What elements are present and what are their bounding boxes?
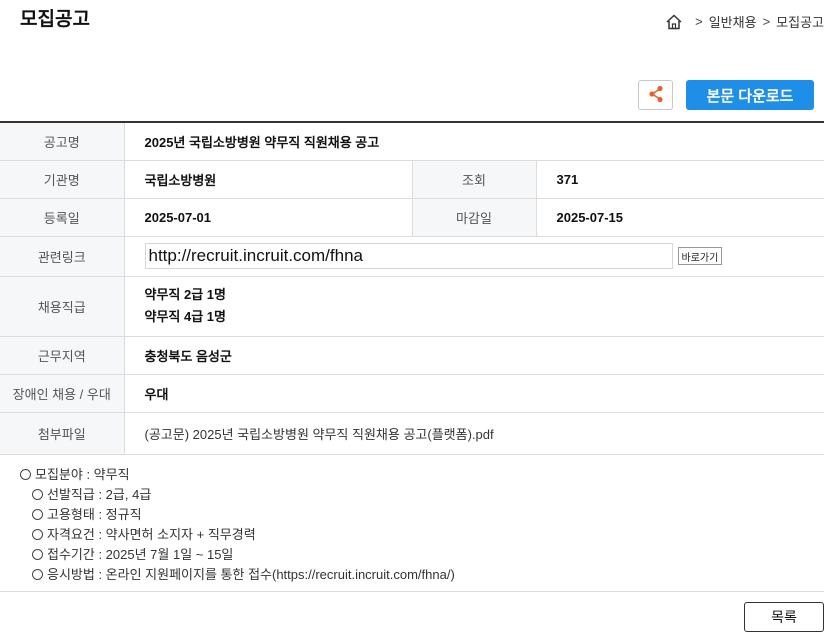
circle-bullet-icon <box>32 529 43 540</box>
deadline-value: 2025-07-15 <box>536 198 824 237</box>
disabled-hire-value: 우대 <box>124 374 824 413</box>
list-button[interactable]: 목록 <box>744 602 824 632</box>
info-table: 공고명 2025년 국립소방병원 약무직 직원채용 공고 기관명 국립소방병원 … <box>0 121 824 455</box>
disabled-hire-label: 장애인 채용 / 우대 <box>0 374 125 413</box>
org-value: 국립소방병원 <box>124 160 412 199</box>
circle-bullet-icon <box>32 489 43 500</box>
circle-bullet-icon <box>32 509 43 520</box>
page-title: 모집공고 <box>20 9 90 30</box>
circle-bullet-icon <box>20 469 31 480</box>
details-item: 고용형태 : 정규직 <box>20 505 455 525</box>
table-row: 근무지역 충청북도 음성군 <box>0 336 824 375</box>
views-label: 조회 <box>411 160 537 199</box>
table-row: 첨부파일 (공고문) 2025년 국립소방병원 약무직 직원채용 공고(플랫폼)… <box>0 412 824 455</box>
grade-label: 채용직급 <box>0 276 125 337</box>
table-row: 공고명 2025년 국립소방병원 약무직 직원채용 공고 <box>0 122 824 161</box>
deadline-label: 마감일 <box>411 198 537 237</box>
breadcrumb-item-general-recruit[interactable]: 일반채용 <box>709 12 757 31</box>
grade-value: 약무직 4급 1명 <box>144 309 226 324</box>
divider <box>0 591 824 592</box>
link-label: 관련링크 <box>0 236 125 277</box>
details-field: 모집분야 : 약무직 <box>20 465 455 485</box>
breadcrumb-separator: > <box>762 14 771 29</box>
attachment-file-link[interactable]: (공고문) 2025년 국립소방병원 약무직 직원채용 공고(플랫폼).pdf <box>145 427 494 442</box>
share-button[interactable] <box>638 80 673 110</box>
grade-value: 약무직 2급 1명 <box>144 287 226 302</box>
table-row: 등록일 2025-07-01 마감일 2025-07-15 <box>0 198 824 237</box>
share-icon <box>648 85 664 106</box>
region-value: 충청북도 음성군 <box>124 336 824 375</box>
circle-bullet-icon <box>32 549 43 560</box>
table-row: 장애인 채용 / 우대 우대 <box>0 374 824 413</box>
reg-date-value: 2025-07-01 <box>124 198 412 237</box>
details-item: 선발직급 : 2급, 4급 <box>20 485 455 505</box>
breadcrumb: > 일반채용 > 모집공고 <box>665 12 824 31</box>
circle-bullet-icon <box>32 569 43 580</box>
go-link-button[interactable]: 바로가기 <box>677 247 723 265</box>
table-row: 관련링크 http://recruit.incruit.com/fhna 바로가… <box>0 236 824 277</box>
breadcrumb-item-notice[interactable]: 모집공고 <box>776 12 824 31</box>
related-link[interactable]: http://recruit.incruit.com/fhna <box>144 243 673 269</box>
recruit-details: 모집분야 : 약무직 선발직급 : 2급, 4급 고용형태 : 정규직 자격요건… <box>20 465 455 585</box>
title-label: 공고명 <box>0 122 125 161</box>
org-label: 기관명 <box>0 160 125 199</box>
download-button[interactable]: 본문 다운로드 <box>686 80 814 110</box>
reg-date-label: 등록일 <box>0 198 125 237</box>
details-item: 응시방법 : 온라인 지원페이지를 통한 접수(https://recruit.… <box>20 565 455 585</box>
breadcrumb-separator: > <box>695 14 703 29</box>
table-row: 기관명 국립소방병원 조회 371 <box>0 160 824 199</box>
details-item: 접수기간 : 2025년 7월 1일 ~ 15일 <box>20 545 455 565</box>
views-value: 371 <box>536 160 824 199</box>
table-row: 채용직급 약무직 2급 1명 약무직 4급 1명 <box>0 276 824 337</box>
attachment-label: 첨부파일 <box>0 412 125 455</box>
details-item: 자격요건 : 약사면허 소지자 + 직무경력 <box>20 525 455 545</box>
home-icon[interactable] <box>665 13 683 31</box>
title-value: 2025년 국립소방병원 약무직 직원채용 공고 <box>124 122 824 161</box>
region-label: 근무지역 <box>0 336 125 375</box>
